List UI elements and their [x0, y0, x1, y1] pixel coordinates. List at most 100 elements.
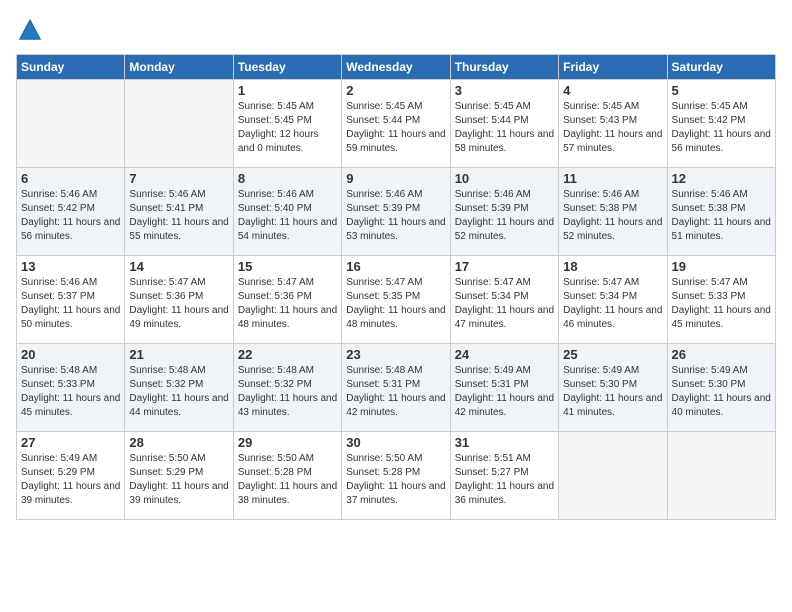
calendar-cell: 5 Sunrise: 5:45 AMSunset: 5:42 PMDaylight… [667, 80, 775, 168]
calendar-cell: 24 Sunrise: 5:49 AMSunset: 5:31 PMDayligh… [450, 344, 558, 432]
day-number: 23 [346, 347, 445, 362]
calendar-cell: 28 Sunrise: 5:50 AMSunset: 5:29 PMDayligh… [125, 432, 233, 520]
day-number: 28 [129, 435, 228, 450]
day-number: 15 [238, 259, 337, 274]
day-info: Sunrise: 5:47 AMSunset: 5:34 PMDaylight:… [455, 276, 554, 332]
day-info: Sunrise: 5:46 AMSunset: 5:39 PMDaylight:… [455, 188, 554, 244]
day-info: Sunrise: 5:49 AMSunset: 5:29 PMDaylight:… [21, 452, 120, 508]
day-number: 11 [563, 171, 662, 186]
day-info: Sunrise: 5:46 AMSunset: 5:38 PMDaylight:… [563, 188, 662, 244]
day-info: Sunrise: 5:45 AMSunset: 5:43 PMDaylight:… [563, 100, 662, 156]
week-row: 1 Sunrise: 5:45 AMSunset: 5:45 PMDaylight… [17, 80, 776, 168]
day-header-sunday: Sunday [17, 55, 125, 80]
day-info: Sunrise: 5:50 AMSunset: 5:28 PMDaylight:… [346, 452, 445, 508]
day-header-saturday: Saturday [667, 55, 775, 80]
calendar-body: 1 Sunrise: 5:45 AMSunset: 5:45 PMDaylight… [17, 80, 776, 520]
calendar-cell: 8Sunrise: 5:46 AMSunset: 5:40 PMDaylight… [233, 168, 341, 256]
day-info: Sunrise: 5:48 AMSunset: 5:32 PMDaylight:… [129, 364, 228, 420]
day-header-thursday: Thursday [450, 55, 558, 80]
day-number: 2 [346, 83, 445, 98]
day-number: 18 [563, 259, 662, 274]
day-info: Sunrise: 5:49 AMSunset: 5:30 PMDaylight:… [672, 364, 771, 420]
calendar-cell: 30 Sunrise: 5:50 AMSunset: 5:28 PMDayligh… [342, 432, 450, 520]
calendar-cell: 21 Sunrise: 5:48 AMSunset: 5:32 PMDayligh… [125, 344, 233, 432]
day-number: 24 [455, 347, 554, 362]
header-row: SundayMondayTuesdayWednesdayThursdayFrid… [17, 55, 776, 80]
day-info: Sunrise: 5:45 AMSunset: 5:42 PMDaylight:… [672, 100, 771, 156]
calendar-cell: 14 Sunrise: 5:47 AMSunset: 5:36 PMDayligh… [125, 256, 233, 344]
day-number: 6 [21, 171, 120, 186]
day-info: Sunrise: 5:47 AMSunset: 5:34 PMDaylight:… [563, 276, 662, 332]
day-number: 12 [672, 171, 771, 186]
day-header-tuesday: Tuesday [233, 55, 341, 80]
calendar-cell: 26 Sunrise: 5:49 AMSunset: 5:30 PMDayligh… [667, 344, 775, 432]
day-number: 16 [346, 259, 445, 274]
week-row: 20 Sunrise: 5:48 AMSunset: 5:33 PMDayligh… [17, 344, 776, 432]
logo [16, 16, 48, 44]
calendar-cell: 20 Sunrise: 5:48 AMSunset: 5:33 PMDayligh… [17, 344, 125, 432]
day-header-friday: Friday [559, 55, 667, 80]
day-number: 22 [238, 347, 337, 362]
day-info: Sunrise: 5:48 AMSunset: 5:32 PMDaylight:… [238, 364, 337, 420]
calendar-cell: 12 Sunrise: 5:46 AMSunset: 5:38 PMDayligh… [667, 168, 775, 256]
day-number: 5 [672, 83, 771, 98]
calendar-cell [559, 432, 667, 520]
day-info: Sunrise: 5:47 AMSunset: 5:36 PMDaylight:… [129, 276, 228, 332]
calendar-cell: 13Sunrise: 5:46 AMSunset: 5:37 PMDayligh… [17, 256, 125, 344]
day-number: 3 [455, 83, 554, 98]
day-info: Sunrise: 5:48 AMSunset: 5:31 PMDaylight:… [346, 364, 445, 420]
calendar-cell: 1 Sunrise: 5:45 AMSunset: 5:45 PMDaylight… [233, 80, 341, 168]
day-info: Sunrise: 5:47 AMSunset: 5:35 PMDaylight:… [346, 276, 445, 332]
day-number: 14 [129, 259, 228, 274]
calendar-cell: 3 Sunrise: 5:45 AMSunset: 5:44 PMDaylight… [450, 80, 558, 168]
day-info: Sunrise: 5:46 AMSunset: 5:37 PMDaylight:… [21, 276, 120, 332]
day-number: 25 [563, 347, 662, 362]
calendar-cell: 9Sunrise: 5:46 AMSunset: 5:39 PMDaylight… [342, 168, 450, 256]
calendar-cell: 6Sunrise: 5:46 AMSunset: 5:42 PMDaylight… [17, 168, 125, 256]
calendar-header: SundayMondayTuesdayWednesdayThursdayFrid… [17, 55, 776, 80]
day-number: 1 [238, 83, 337, 98]
day-info: Sunrise: 5:50 AMSunset: 5:28 PMDaylight:… [238, 452, 337, 508]
day-info: Sunrise: 5:45 AMSunset: 5:44 PMDaylight:… [455, 100, 554, 156]
day-info: Sunrise: 5:51 AMSunset: 5:27 PMDaylight:… [455, 452, 554, 508]
day-number: 30 [346, 435, 445, 450]
logo-icon [16, 16, 44, 44]
calendar-cell: 17Sunrise: 5:47 AMSunset: 5:34 PMDayligh… [450, 256, 558, 344]
day-number: 10 [455, 171, 554, 186]
day-number: 4 [563, 83, 662, 98]
day-info: Sunrise: 5:46 AMSunset: 5:38 PMDaylight:… [672, 188, 771, 244]
calendar-cell: 25Sunrise: 5:49 AMSunset: 5:30 PMDayligh… [559, 344, 667, 432]
calendar-cell: 11 Sunrise: 5:46 AMSunset: 5:38 PMDayligh… [559, 168, 667, 256]
week-row: 27 Sunrise: 5:49 AMSunset: 5:29 PMDayligh… [17, 432, 776, 520]
page-header [16, 16, 776, 44]
day-number: 27 [21, 435, 120, 450]
day-number: 21 [129, 347, 228, 362]
calendar-cell: 29Sunrise: 5:50 AMSunset: 5:28 PMDayligh… [233, 432, 341, 520]
calendar-cell [125, 80, 233, 168]
calendar-cell: 15Sunrise: 5:47 AMSunset: 5:36 PMDayligh… [233, 256, 341, 344]
day-info: Sunrise: 5:45 AMSunset: 5:45 PMDaylight:… [238, 100, 337, 156]
calendar-cell: 27 Sunrise: 5:49 AMSunset: 5:29 PMDayligh… [17, 432, 125, 520]
calendar-cell: 4 Sunrise: 5:45 AMSunset: 5:43 PMDaylight… [559, 80, 667, 168]
day-number: 19 [672, 259, 771, 274]
day-info: Sunrise: 5:46 AMSunset: 5:40 PMDaylight:… [238, 188, 337, 244]
day-header-wednesday: Wednesday [342, 55, 450, 80]
day-info: Sunrise: 5:48 AMSunset: 5:33 PMDaylight:… [21, 364, 120, 420]
day-info: Sunrise: 5:45 AMSunset: 5:44 PMDaylight:… [346, 100, 445, 156]
calendar-cell: 19 Sunrise: 5:47 AMSunset: 5:33 PMDayligh… [667, 256, 775, 344]
calendar-cell: 10 Sunrise: 5:46 AMSunset: 5:39 PMDayligh… [450, 168, 558, 256]
calendar-cell: 7 Sunrise: 5:46 AMSunset: 5:41 PMDaylight… [125, 168, 233, 256]
calendar-cell: 2 Sunrise: 5:45 AMSunset: 5:44 PMDaylight… [342, 80, 450, 168]
day-number: 7 [129, 171, 228, 186]
day-info: Sunrise: 5:46 AMSunset: 5:41 PMDaylight:… [129, 188, 228, 244]
day-number: 31 [455, 435, 554, 450]
day-number: 26 [672, 347, 771, 362]
calendar-cell: 18 Sunrise: 5:47 AMSunset: 5:34 PMDayligh… [559, 256, 667, 344]
day-number: 20 [21, 347, 120, 362]
calendar-cell [17, 80, 125, 168]
week-row: 13Sunrise: 5:46 AMSunset: 5:37 PMDayligh… [17, 256, 776, 344]
day-number: 9 [346, 171, 445, 186]
day-info: Sunrise: 5:50 AMSunset: 5:29 PMDaylight:… [129, 452, 228, 508]
day-info: Sunrise: 5:47 AMSunset: 5:33 PMDaylight:… [672, 276, 771, 332]
day-info: Sunrise: 5:49 AMSunset: 5:31 PMDaylight:… [455, 364, 554, 420]
